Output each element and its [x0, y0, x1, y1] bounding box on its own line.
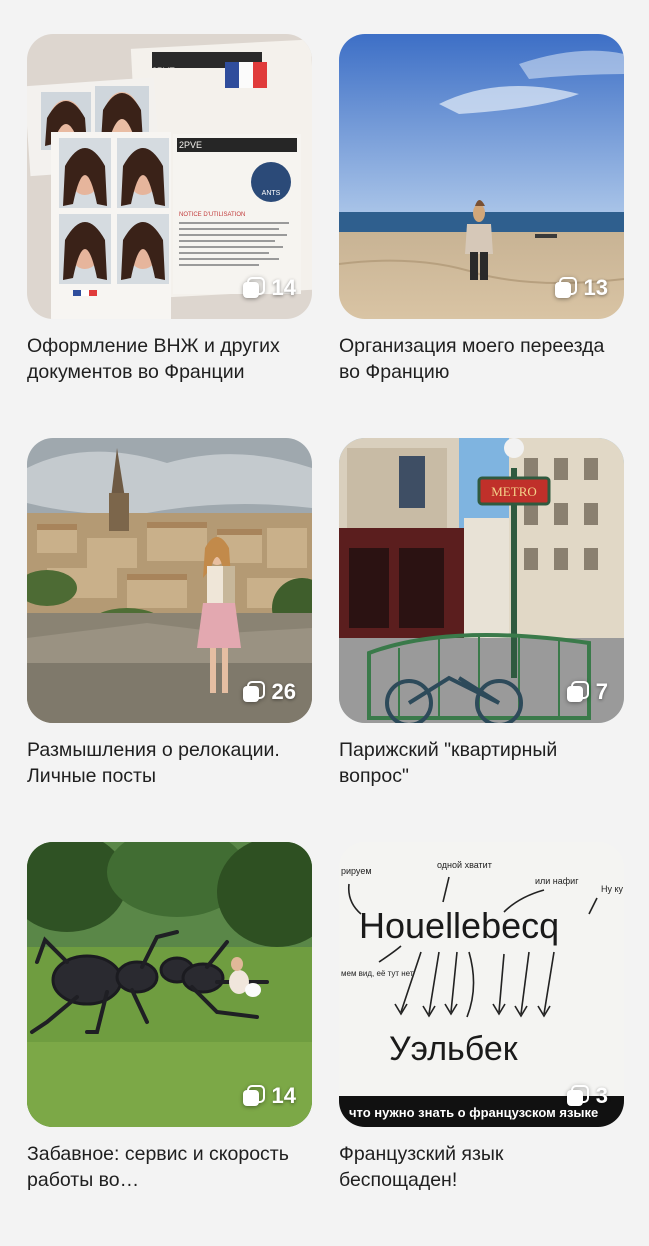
note-3: или нафиг	[535, 876, 579, 886]
gallery-stack-icon	[242, 681, 265, 702]
album-title[interactable]: Размышления о релокации. Личные посты	[27, 737, 312, 789]
album-card-relocation[interactable]: 13 Организация моего переезда во Францию	[339, 34, 624, 438]
album-grid: 2PVE 2PVE ANTS NOTICE D'UTILISATION 14 О…	[27, 34, 624, 1246]
album-card-funny[interactable]: 14 Забавное: сервис и скорость работы во…	[27, 842, 312, 1246]
photo-count-value: 14	[271, 1083, 296, 1108]
photo-count-value: 13	[583, 275, 608, 300]
album-card-housing[interactable]: METRO 7 Парижский "квартирный вопрос"	[339, 438, 624, 842]
whiteboard-caption: что нужно знать о французском языке	[349, 1105, 598, 1120]
gallery-stack-icon	[242, 277, 265, 298]
gallery-stack-icon	[566, 1085, 589, 1106]
album-card-thoughts[interactable]: 26 Размышления о релокации. Личные посты	[27, 438, 312, 842]
photo-count-value: 26	[271, 679, 296, 704]
photo-count-value: 7	[595, 679, 608, 704]
metro-sign: METRO	[491, 484, 537, 499]
album-thumbnail[interactable]: рируем одной хватит или нафиг Ну ку мем …	[339, 842, 624, 1127]
doc-seal: ANTS	[262, 190, 281, 197]
photo-count: 3	[566, 1083, 608, 1109]
gallery-stack-icon	[242, 1085, 265, 1106]
album-title[interactable]: Организация моего переезда во Францию	[339, 333, 624, 385]
album-thumbnail[interactable]: 14	[27, 842, 312, 1127]
photo-count: 14	[242, 275, 296, 301]
album-title[interactable]: Забавное: сервис и скорость работы во…	[27, 1141, 312, 1193]
photo-count-value: 14	[271, 275, 296, 300]
photo-count-value: 3	[595, 1083, 608, 1108]
note-1: рируем	[341, 866, 372, 876]
word-russian: Уэльбек	[389, 1030, 519, 1068]
word-french: Houellebecq	[359, 905, 559, 946]
album-title[interactable]: Оформление ВНЖ и других документов во Фр…	[27, 333, 312, 385]
doc-code-top: 2PVE	[152, 66, 175, 76]
note-4: Ну ку	[601, 884, 624, 894]
note-5: мем вид, её тут нет	[341, 969, 414, 978]
album-thumbnail[interactable]: 2PVE 2PVE ANTS NOTICE D'UTILISATION 14	[27, 34, 312, 319]
album-title[interactable]: Парижский "квартирный вопрос"	[339, 737, 624, 789]
album-thumbnail[interactable]: METRO 7	[339, 438, 624, 723]
photo-count: 14	[242, 1083, 296, 1109]
album-title[interactable]: Французский язык беспощаден!	[339, 1141, 624, 1193]
album-card-documents[interactable]: 2PVE 2PVE ANTS NOTICE D'UTILISATION 14 О…	[27, 34, 312, 438]
photo-count: 26	[242, 679, 296, 705]
album-thumbnail[interactable]: 26	[27, 438, 312, 723]
note-2: одной хватит	[437, 860, 492, 870]
album-thumbnail[interactable]: 13	[339, 34, 624, 319]
doc-code: 2PVE	[179, 140, 202, 150]
doc-heading: NOTICE D'UTILISATION	[179, 212, 245, 218]
photo-count: 13	[554, 275, 608, 301]
album-card-language[interactable]: рируем одной хватит или нафиг Ну ку мем …	[339, 842, 624, 1246]
gallery-stack-icon	[566, 681, 589, 702]
photo-count: 7	[566, 679, 608, 705]
gallery-stack-icon	[554, 277, 577, 298]
